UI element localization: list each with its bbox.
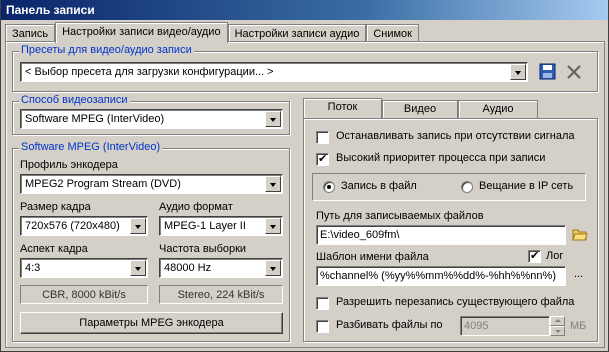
tab-content: Пресеты для видео/аудио записи < Выбор п… (5, 41, 605, 348)
capture-method-legend: Способ видеозаписи (19, 94, 130, 106)
record-to-file-label: Запись в файл (341, 180, 417, 192)
tab-video-audio-settings[interactable]: Настройки записи видео/аудио (55, 22, 228, 43)
split-size-spinner[interactable] (550, 316, 565, 336)
high-priority-checkbox[interactable] (316, 152, 329, 166)
split-files-label: Разбивать файлы по (336, 319, 443, 331)
frame-size-select[interactable]: 720x576 (720x480) (20, 216, 148, 236)
sample-rate-label: Частота выборки (159, 243, 247, 255)
preset-select[interactable]: < Выбор пресета для загрузки конфигураци… (20, 62, 528, 82)
encoder-profile-select[interactable]: MPEG2 Program Stream (DVD) (20, 174, 283, 194)
spin-up-icon[interactable] (550, 316, 565, 326)
path-input[interactable]: E:\video_609fm\ (316, 225, 566, 245)
software-mpeg-group: Software MPEG (InterVideo) Профиль энкод… (12, 141, 290, 342)
main-tabs: Запись Настройки записи видео/аудио Наст… (5, 22, 419, 43)
chevron-down-icon[interactable] (510, 64, 526, 80)
chevron-down-icon[interactable] (130, 218, 146, 234)
encoder-profile-label: Профиль энкодера (20, 159, 118, 171)
split-size-input[interactable]: 4095 (460, 316, 550, 336)
chevron-down-icon[interactable] (265, 111, 281, 127)
folder-icon[interactable] (572, 227, 588, 241)
broadcast-ip-radio[interactable] (461, 181, 473, 193)
capture-method-value: Software MPEG (InterVideo) (25, 113, 165, 125)
save-preset-icon[interactable] (539, 63, 557, 81)
chevron-down-icon[interactable] (265, 176, 281, 192)
mpeg-encoder-params-button[interactable]: Параметры MPEG энкодера (20, 312, 283, 334)
allow-overwrite-label: Разрешить перезапись существующего файла (336, 296, 575, 308)
template-browse-button[interactable]: ... (574, 268, 583, 280)
presets-legend: Пресеты для видео/аудио записи (19, 44, 194, 56)
allow-overwrite-checkbox[interactable] (316, 297, 329, 310)
output-mode-group: Запись в файл Вещание в IP сеть (312, 173, 586, 201)
window-title: Панель записи (1, 0, 608, 20)
chevron-down-icon[interactable] (265, 218, 281, 234)
broadcast-ip-label: Вещание в IP сеть (479, 180, 574, 192)
log-label: Лог (546, 250, 564, 262)
chevron-down-icon[interactable] (130, 260, 146, 276)
aspect-value: 4:3 (25, 262, 41, 274)
sub-tabs: Поток Видео Аудио (303, 98, 538, 118)
stop-on-no-signal-checkbox[interactable] (316, 131, 329, 144)
capture-method-group: Способ видеозаписи Software MPEG (InterV… (12, 94, 290, 135)
filename-template-input[interactable]: %channel% (%yy%%mm%%dd%-%hh%%nn%) (316, 266, 566, 286)
path-label: Путь для записываемых файлов (316, 210, 484, 222)
capture-method-select[interactable]: Software MPEG (InterVideo) (20, 109, 283, 129)
record-to-file-radio[interactable] (323, 181, 335, 193)
split-unit-label: МБ (570, 320, 587, 332)
spin-down-icon[interactable] (550, 326, 565, 336)
frame-size-label: Размер кадра (20, 201, 91, 213)
presets-group: Пресеты для видео/аудио записи < Выбор п… (12, 44, 598, 92)
template-label: Шаблон имени файла (316, 251, 429, 263)
stream-panel: Останавливать запись при отсутствии сигн… (303, 118, 598, 342)
recording-panel-window: Панель записи Запись Настройки записи ви… (0, 0, 609, 352)
subtab-video[interactable]: Видео (382, 100, 458, 118)
log-checkbox[interactable] (528, 249, 541, 263)
video-bitrate-info: CBR, 8000 kBit/s (20, 285, 148, 304)
preset-select-value: < Выбор пресета для загрузки конфигураци… (25, 66, 274, 78)
high-priority-label: Высокий приоритет процесса при записи (336, 152, 546, 164)
sample-rate-value: 48000 Hz (164, 262, 212, 274)
encoder-profile-value: MPEG2 Program Stream (DVD) (25, 178, 181, 190)
software-mpeg-legend: Software MPEG (InterVideo) (19, 141, 163, 153)
subtab-audio[interactable]: Аудио (458, 100, 538, 118)
frame-size-value: 720x576 (720x480) (25, 220, 120, 232)
aspect-label: Аспект кадра (20, 243, 88, 255)
audio-info: Stereo, 224 kBit/s (159, 285, 283, 304)
audio-format-value: MPEG-1 Layer II (164, 220, 246, 232)
subtab-stream[interactable]: Поток (303, 98, 382, 118)
split-files-checkbox[interactable] (316, 320, 329, 333)
chevron-down-icon[interactable] (265, 260, 281, 276)
sample-rate-select[interactable]: 48000 Hz (159, 258, 283, 278)
audio-format-select[interactable]: MPEG-1 Layer II (159, 216, 283, 236)
delete-preset-icon[interactable] (566, 64, 582, 80)
audio-format-label: Аудио формат (159, 201, 233, 213)
stop-on-no-signal-label: Останавливать запись при отсутствии сигн… (336, 130, 575, 142)
aspect-select[interactable]: 4:3 (20, 258, 148, 278)
